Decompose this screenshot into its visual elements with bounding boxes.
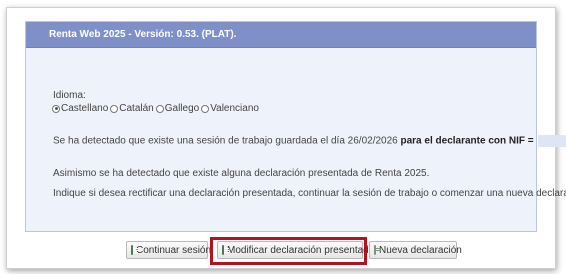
nueva-declaracion-label: Nueva declaración xyxy=(379,244,462,256)
instruction-message: Indique si desea rectificar una declarac… xyxy=(53,188,566,199)
document-icon xyxy=(131,245,138,255)
nif-redacted xyxy=(538,135,566,147)
session-bold-text: para el declarante con NIF = xyxy=(400,135,534,147)
session-text: Se ha detectado que existe una sesión de… xyxy=(53,135,398,147)
nueva-declaracion-button[interactable]: Nueva declaración xyxy=(369,241,462,259)
session-dialog: Renta Web 2025 - Versión: 0.53. (PLAT). … xyxy=(6,7,566,269)
radio-unchecked-icon[interactable] xyxy=(155,104,164,113)
highlight-frame xyxy=(210,237,367,265)
language-option-gallego[interactable]: Gallego xyxy=(155,103,200,114)
radio-checked-icon[interactable] xyxy=(52,104,60,113)
radio-unchecked-icon[interactable] xyxy=(110,104,119,113)
radio-unchecked-icon[interactable] xyxy=(201,104,210,113)
language-label: Idioma: xyxy=(53,90,86,101)
language-option-catalan[interactable]: Catalán xyxy=(110,103,154,114)
language-option-label: Gallego xyxy=(164,103,200,114)
language-option-label: Catalán xyxy=(119,103,154,114)
new-document-icon xyxy=(374,245,381,255)
language-radio-group: Castellano Catalán Gallego Valenciano xyxy=(52,103,261,114)
panel-title: Renta Web 2025 - Versión: 0.53. (PLAT). xyxy=(26,22,536,48)
info-panel: Renta Web 2025 - Versión: 0.53. (PLAT). … xyxy=(25,21,566,232)
language-option-castellano[interactable]: Castellano xyxy=(52,103,108,114)
continuar-sesion-button[interactable]: Continuar sesión xyxy=(126,241,212,259)
language-option-label: Valenciano xyxy=(210,103,259,114)
presented-message: Asimismo se ha detectado que existe algu… xyxy=(53,168,430,179)
language-option-valenciano[interactable]: Valenciano xyxy=(201,103,259,114)
continuar-sesion-label: Continuar sesión xyxy=(136,244,212,256)
language-option-label: Castellano xyxy=(61,103,109,114)
session-message: Se ha detectado que existe una sesión de… xyxy=(53,135,566,147)
